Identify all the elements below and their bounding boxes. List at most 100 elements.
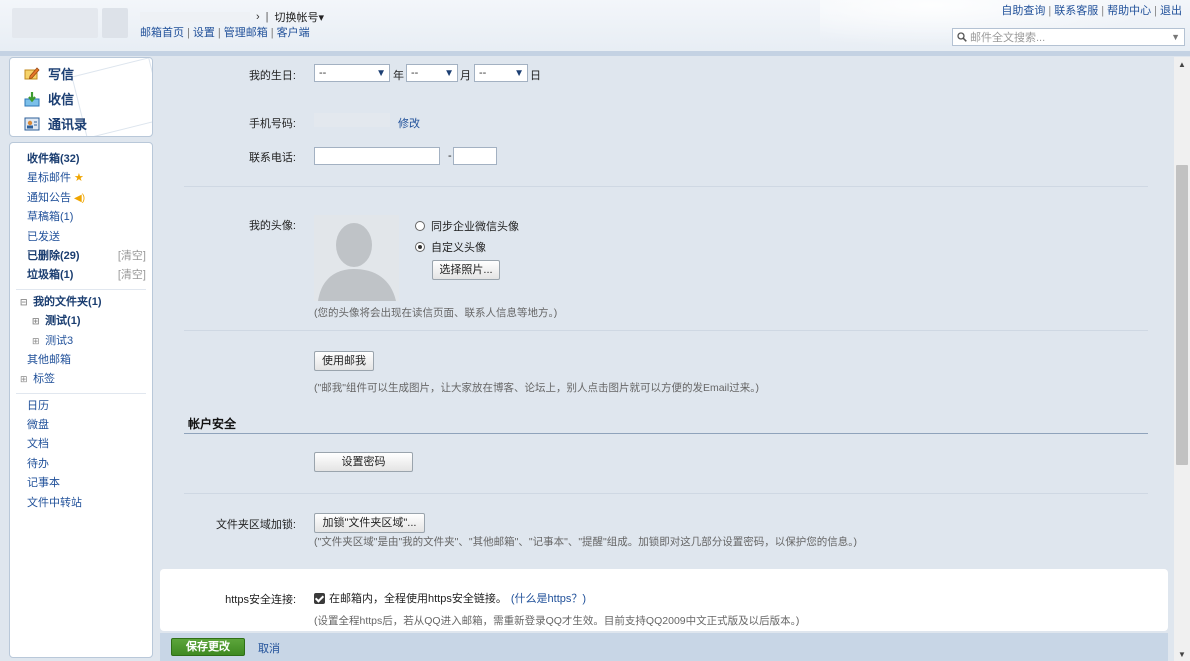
nav-deleted[interactable]: 已删除(29) [清空] xyxy=(10,247,152,266)
self-service-link[interactable]: 自助查询 xyxy=(1001,5,1045,17)
speaker-icon: ◀) xyxy=(74,192,86,204)
nav-divider xyxy=(16,392,146,394)
phone-label: 手机号码: xyxy=(248,118,296,130)
nav-calendar[interactable]: 日历 xyxy=(10,397,152,416)
day-unit: 日 xyxy=(530,70,541,82)
birth-year-select[interactable]: -- ▼ xyxy=(314,64,390,82)
avatar-label: 我的头像: xyxy=(248,220,296,232)
collapse-icon[interactable]: ⊟ xyxy=(20,293,30,312)
inbox-button[interactable]: 收信 xyxy=(24,89,74,108)
vertical-scrollbar[interactable]: ▲ ▼ xyxy=(1174,57,1190,661)
account-row: › | 切换帐号▾ xyxy=(140,9,324,25)
contact-support-link[interactable]: 联系客服 xyxy=(1054,5,1098,17)
settings-link[interactable]: 设置 xyxy=(193,27,215,39)
logo-secondary xyxy=(102,8,128,38)
help-center-link[interactable]: 帮助中心 xyxy=(1107,5,1151,17)
avatar-custom-radio[interactable]: 自定义头像 xyxy=(415,239,486,255)
nav-starred[interactable]: 星标邮件 ★ xyxy=(10,169,152,188)
nav-folder-test3[interactable]: ⊞ 测试3 xyxy=(10,332,152,351)
birth-day-select[interactable]: -- ▼ xyxy=(474,64,528,82)
nav-my-folders[interactable]: ⊟ 我的文件夹(1) xyxy=(10,293,152,312)
birthday-label: 我的生日: xyxy=(248,70,296,82)
folder-lock-label: 文件夹区域加锁: xyxy=(215,519,296,531)
scroll-down-arrow-icon[interactable]: ▼ xyxy=(1174,650,1190,659)
chevron-down-icon: ▼ xyxy=(514,68,524,79)
switch-account-link[interactable]: 切换帐号▾ xyxy=(275,9,325,25)
expand-icon[interactable]: ⊞ xyxy=(32,332,42,351)
nav-todo[interactable]: 待办 xyxy=(10,455,152,474)
top-links: 自助查询 | 联系客服 | 帮助中心 | 退出 xyxy=(1001,5,1182,17)
inbox-download-icon xyxy=(24,91,40,106)
nav-divider xyxy=(16,288,146,290)
tel-ext-input[interactable] xyxy=(453,147,497,165)
nav-notes[interactable]: 记事本 xyxy=(10,474,152,493)
use-mailme-button[interactable]: 使用邮我 xyxy=(314,351,374,371)
nav-folder-test[interactable]: ⊞ 测试(1) xyxy=(10,312,152,331)
scroll-up-arrow-icon[interactable]: ▲ xyxy=(1174,60,1190,69)
nav-file-transfer[interactable]: 文件中转站 xyxy=(10,494,152,513)
tel-label: 联系电话: xyxy=(248,152,296,164)
nav-drafts[interactable]: 草稿箱(1) xyxy=(10,208,152,227)
contacts-button[interactable]: 通讯录 xyxy=(24,114,87,133)
search-input[interactable]: 邮件全文搜索... ▼ xyxy=(952,28,1185,46)
row-divider xyxy=(184,330,1148,331)
mailbox-home-link[interactable]: 邮箱首页 xyxy=(140,27,184,39)
what-is-https-link[interactable]: (什么是https？) xyxy=(511,590,586,606)
client-link[interactable]: 客户端 xyxy=(277,27,310,39)
default-avatar-icon xyxy=(314,215,399,301)
https-label: https安全连接: xyxy=(225,594,296,606)
expand-icon[interactable]: ⊞ xyxy=(32,312,42,331)
radio-checked xyxy=(415,242,425,252)
scroll-thumb[interactable] xyxy=(1176,165,1188,465)
folder-nav: 收件箱(32) 星标邮件 ★ 通知公告 ◀) 草稿箱(1) 已发送 已删除(29)[… xyxy=(9,142,153,658)
year-unit: 年 xyxy=(393,70,404,82)
nav-inbox[interactable]: 收件箱(32) xyxy=(10,150,152,169)
compose-button[interactable]: 写信 xyxy=(24,64,74,83)
expand-icon[interactable]: ⊞ xyxy=(20,370,30,389)
set-password-button[interactable]: 设置密码 xyxy=(314,452,413,472)
save-button[interactable]: 保存更改 xyxy=(171,638,245,656)
avatar-sync-wecom-radio[interactable]: 同步企业微信头像 xyxy=(415,218,519,234)
avatar-hint: (您的头像将会出现在读信页面、联系人信息等地方。) xyxy=(314,307,558,319)
tel-dash: - xyxy=(448,150,452,162)
pencil-icon xyxy=(24,66,40,79)
row-divider xyxy=(184,186,1148,187)
account-email-masked xyxy=(140,12,250,22)
tel-area-input[interactable] xyxy=(314,147,440,165)
search-icon xyxy=(957,32,967,42)
chevron-down-icon[interactable]: ▼ xyxy=(1171,32,1180,42)
chevron-down-icon: ▼ xyxy=(444,68,454,79)
star-icon: ★ xyxy=(74,172,84,185)
clear-deleted-link[interactable]: [清空] xyxy=(118,247,146,266)
nav-sent[interactable]: 已发送 xyxy=(10,228,152,247)
chevron-right-icon: › xyxy=(256,11,260,23)
header-divider xyxy=(0,51,1190,56)
search-placeholder: 邮件全文搜索... xyxy=(970,32,1046,44)
company-logo xyxy=(12,8,98,38)
nav-docs[interactable]: 文档 xyxy=(10,435,152,454)
avatar xyxy=(314,215,399,301)
chevron-down-icon: ▼ xyxy=(376,68,386,79)
nav-other-mailboxes[interactable]: 其他邮箱 xyxy=(10,351,152,370)
folder-lock-hint: ("文件夹区域"是由"我的文件夹"、"其他邮箱"、"记事本"、"提醒"组成。加锁… xyxy=(314,536,858,548)
https-checkbox[interactable]: 在邮箱内，全程使用https安全链接。 (什么是https？) xyxy=(314,590,586,606)
phone-edit-link[interactable]: 修改 xyxy=(398,115,420,131)
phone-number-masked xyxy=(314,113,390,127)
cancel-link[interactable]: 取消 xyxy=(258,640,280,656)
nav-notices[interactable]: 通知公告 ◀) xyxy=(10,189,152,208)
logout-link[interactable]: 退出 xyxy=(1160,5,1182,17)
folder-lock-button[interactable]: 加锁"文件夹区域"... xyxy=(314,513,425,533)
account-links: 邮箱首页 | 设置 | 管理邮箱 | 客户端 xyxy=(140,27,310,39)
row-divider xyxy=(184,493,1148,494)
birth-month-select[interactable]: -- ▼ xyxy=(406,64,458,82)
header: › | 切换帐号▾ 邮箱首页 | 设置 | 管理邮箱 | 客户端 自助查询 | 联系客服 | 帮助中… xyxy=(0,0,1190,56)
settings-content: 我的生日: -- ▼ 年 -- ▼ 月 -- ▼ 日 手机号码: 修改 联系电话: -… xyxy=(160,61,1168,661)
section-divider xyxy=(184,433,1148,434)
clear-spam-link[interactable]: [清空] xyxy=(118,266,146,285)
section-title-account-security: 帐户安全 xyxy=(188,417,237,431)
manage-mailbox-link[interactable]: 管理邮箱 xyxy=(224,27,268,39)
choose-photo-button[interactable]: 选择照片... xyxy=(432,260,500,280)
nav-tags[interactable]: ⊞ 标签 xyxy=(10,370,152,389)
nav-drive[interactable]: 微盘 xyxy=(10,416,152,435)
nav-spam[interactable]: 垃圾箱(1) [清空] xyxy=(10,266,152,285)
